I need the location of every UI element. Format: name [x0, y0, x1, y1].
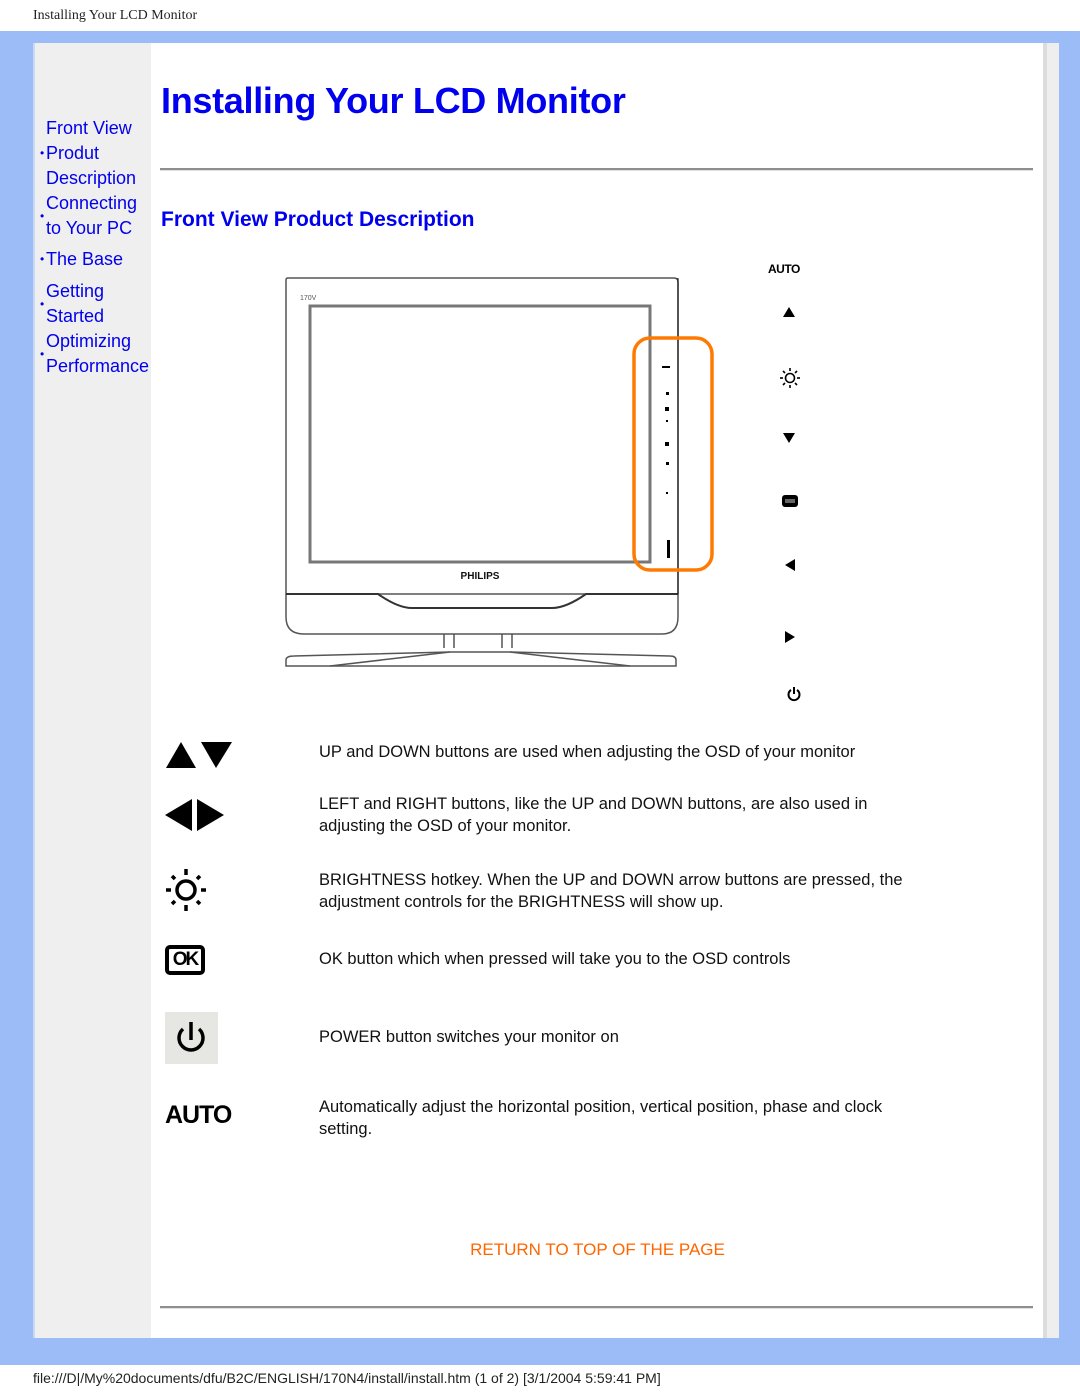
- right-edge-bar: [1043, 43, 1059, 1338]
- description-text: POWER button switches your monitor on: [319, 1028, 619, 1046]
- sidebar-item-label: The Base: [46, 249, 124, 269]
- bullet-icon: •: [40, 146, 45, 160]
- sidebar-item-optimizing-performance[interactable]: • Optimizing Performance: [36, 329, 154, 379]
- sidebar-item-getting-started[interactable]: • Getting Started: [36, 279, 154, 329]
- description-text: OK button which when pressed will take y…: [319, 950, 791, 968]
- sidebar-nav: Front View • Produt Description • Connec…: [36, 116, 154, 379]
- description-text: UP and DOWN buttons are used when adjust…: [319, 743, 856, 761]
- left-arrow-icon: [785, 559, 795, 571]
- auto-icon: AUTO: [165, 1101, 232, 1129]
- sidebar-item-product-description[interactable]: • Produt Description: [36, 141, 154, 191]
- sidebar-item-label: Performance: [46, 356, 150, 376]
- monitor-bezel: [285, 277, 679, 595]
- monitor-screen: [308, 304, 652, 564]
- ok-icon: OK: [165, 945, 205, 975]
- power-icon: [787, 687, 801, 702]
- down-arrow-icon: [783, 433, 795, 443]
- bottom-divider: [160, 1306, 1033, 1309]
- description-text: LEFT and RIGHT buttons, like the UP and …: [319, 795, 868, 835]
- print-header: Installing Your LCD Monitor: [33, 8, 198, 23]
- model-label: 170V: [300, 295, 317, 302]
- bullet-icon: •: [40, 209, 45, 223]
- sidebar-item-label: Connecting: [46, 193, 138, 213]
- right-arrow-icon: [785, 631, 795, 643]
- monitor-illustration: 170V PHILIPS: [285, 277, 714, 667]
- sidebar-item-connecting-to-pc[interactable]: • Connecting to Your PC: [36, 191, 154, 241]
- sidebar-item-label: Produt: [46, 143, 100, 163]
- bullet-icon: •: [40, 297, 45, 311]
- sidebar-item-label: Started: [46, 306, 105, 326]
- sidebar-item-label: Front View: [46, 118, 132, 138]
- brand-logo: PHILIPS: [461, 571, 500, 582]
- sidebar-item-label: Description: [46, 168, 137, 188]
- brightness-icon: [780, 368, 800, 388]
- print-footer: file:///D|/My%20documents/dfu/B2C/ENGLIS…: [33, 1370, 661, 1386]
- return-to-top-link[interactable]: RETURN TO TOP OF THE PAGE: [0, 1240, 1080, 1260]
- bullet-icon: •: [40, 252, 45, 266]
- section-title: Front View Product Description: [161, 208, 475, 231]
- up-arrow-icon: [783, 307, 795, 317]
- sidebar-item-label: to Your PC: [46, 218, 133, 238]
- sidebar-item-front-view[interactable]: Front View: [36, 116, 154, 141]
- description-text: BRIGHTNESS hotkey. When the UP and DOWN …: [319, 871, 903, 911]
- sidebar-item-label: Optimizing: [46, 331, 132, 351]
- monitor-buttons: [662, 366, 670, 558]
- content-area: [151, 43, 1043, 1338]
- sidebar-item-the-base[interactable]: • The Base: [36, 247, 154, 272]
- title-divider: [160, 168, 1033, 171]
- auto-label: AUTO: [768, 262, 800, 276]
- up-down-arrows-icon: [166, 742, 232, 768]
- bullet-icon: •: [40, 347, 45, 361]
- sidebar-item-label: Getting: [46, 281, 105, 301]
- page-title: Installing Your LCD Monitor: [161, 80, 626, 121]
- monitor-chin: [285, 594, 679, 635]
- buttons-highlight: [632, 336, 714, 572]
- brightness-icon: [166, 869, 206, 911]
- ok-icon: [782, 495, 798, 507]
- description-text: Automatically adjust the horizontal posi…: [319, 1098, 883, 1138]
- power-icon: [165, 1012, 218, 1064]
- left-right-arrows-icon: [165, 799, 224, 831]
